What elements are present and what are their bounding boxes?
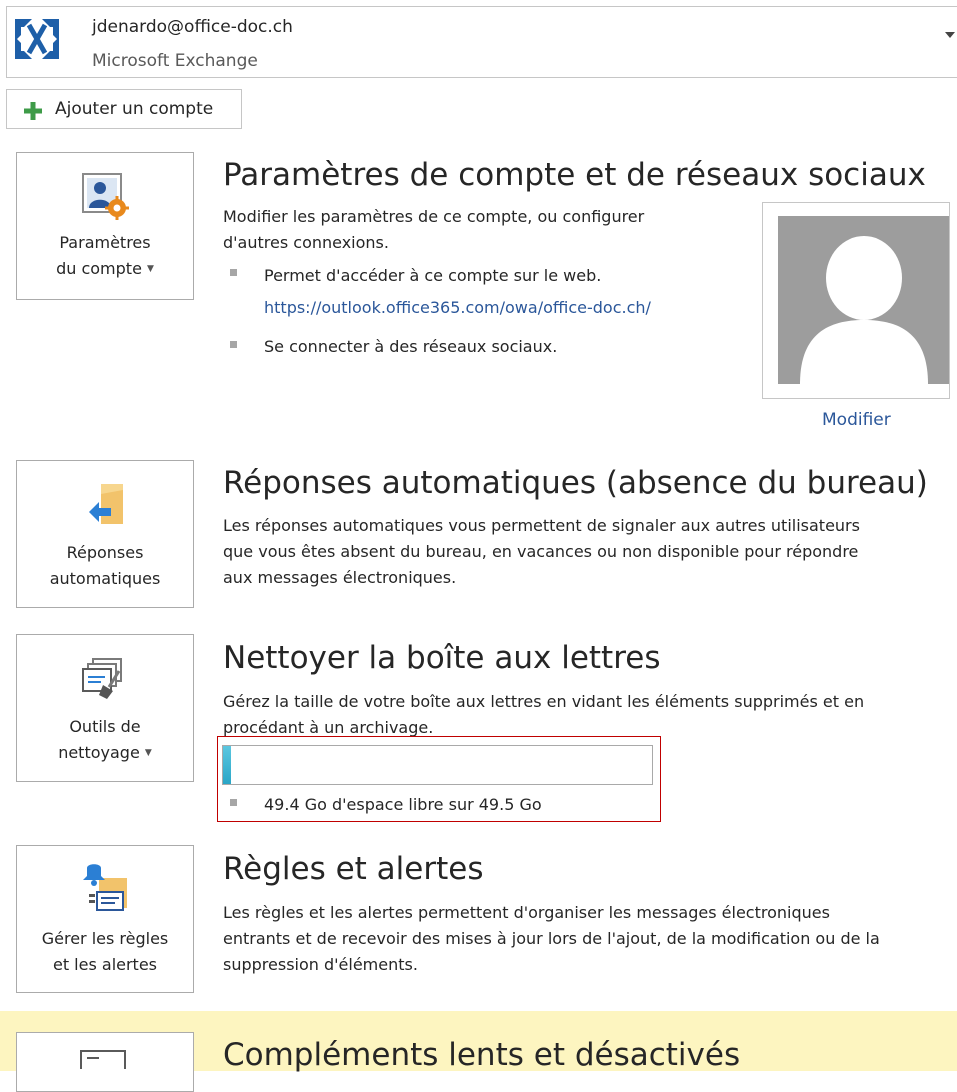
- cleanup-desc-line1: Gérez la taille de votre boîte aux lettr…: [223, 692, 865, 711]
- account-settings-label-text: du compte: [56, 259, 142, 278]
- account-type: Microsoft Exchange: [92, 51, 258, 71]
- cleanup-label-line2: nettoyage ▼: [17, 740, 193, 766]
- auto-replies-title: Réponses automatiques (absence du bureau…: [223, 465, 928, 501]
- web-access-text: Permet d'accéder à ce compte sur le web.: [264, 266, 602, 285]
- chevron-down-icon[interactable]: [945, 32, 955, 38]
- bullet-icon: [230, 341, 237, 348]
- caret-down-icon: ▼: [144, 748, 152, 758]
- add-account-button[interactable]: Ajouter un compte: [6, 89, 242, 129]
- rules-desc-line2: entrants et de recevoir des mises à jour…: [223, 929, 880, 948]
- cleanup-tools-icon: [82, 658, 122, 699]
- bullet-icon: [230, 799, 237, 806]
- account-settings-button[interactable]: Paramètres du compte ▼: [16, 152, 194, 300]
- account-settings-title: Paramètres de compte et de réseaux socia…: [223, 157, 926, 193]
- rules-desc-line3: suppression d'éléments.: [223, 955, 418, 974]
- quota-fill: [223, 746, 231, 784]
- mailbox-quota-bar: [222, 745, 653, 785]
- exchange-logo-icon: [13, 16, 61, 62]
- account-settings-desc-line2: d'autres connexions.: [223, 233, 389, 252]
- social-networks-text: Se connecter à des réseaux sociaux.: [264, 337, 558, 356]
- change-photo-link[interactable]: Modifier: [822, 407, 891, 433]
- profile-photo: [778, 216, 949, 384]
- addins-icon: [80, 1050, 126, 1069]
- rules-label-line1: Gérer les règles: [41, 929, 169, 948]
- auto-replies-desc-line2: que vous êtes absent du bureau, en vacan…: [223, 542, 859, 561]
- quota-text: 49.4 Go d'espace libre sur 49.5 Go: [264, 795, 542, 814]
- addins-title: Compléments lents et désactivés: [223, 1037, 741, 1073]
- auto-replies-desc-line1: Les réponses automatiques vous permetten…: [223, 516, 860, 535]
- person-silhouette-icon: [800, 236, 928, 384]
- auto-replies-label-line1: Réponses: [66, 543, 144, 562]
- rules-alerts-icon: [83, 864, 127, 911]
- auto-replies-desc-line3: aux messages électroniques.: [223, 568, 457, 587]
- bullet-icon: [230, 269, 237, 276]
- auto-replies-label-line2: automatiques: [49, 569, 161, 588]
- rules-title: Règles et alertes: [223, 851, 484, 887]
- add-account-label: Ajouter un compte: [55, 99, 214, 119]
- owa-link[interactable]: https://outlook.office365.com/owa/office…: [264, 295, 651, 321]
- account-email: jdenardo@office-doc.ch: [92, 17, 293, 37]
- account-settings-label-line2: du compte ▼: [17, 256, 193, 282]
- cleanup-tools-button[interactable]: Outils de nettoyage ▼: [16, 634, 194, 782]
- caret-down-icon: ▼: [147, 264, 154, 274]
- auto-reply-icon: [89, 484, 123, 524]
- manage-rules-button[interactable]: Gérer les règles et les alertes: [16, 845, 194, 993]
- account-settings-desc-line1: Modifier les paramètres de ce compte, ou…: [223, 207, 645, 226]
- rules-label-line2: et les alertes: [52, 955, 158, 974]
- rules-desc-line1: Les règles et les alertes permettent d'o…: [223, 903, 830, 922]
- addins-button[interactable]: [16, 1032, 194, 1092]
- automatic-replies-button[interactable]: Réponses automatiques: [16, 460, 194, 608]
- cleanup-label-text: nettoyage: [58, 743, 140, 762]
- cleanup-label-line1: Outils de: [69, 717, 141, 736]
- account-settings-label-line1: Paramètres: [59, 233, 151, 252]
- account-settings-icon: [82, 173, 129, 220]
- cleanup-title: Nettoyer la boîte aux lettres: [223, 640, 661, 676]
- plus-icon: [24, 102, 42, 120]
